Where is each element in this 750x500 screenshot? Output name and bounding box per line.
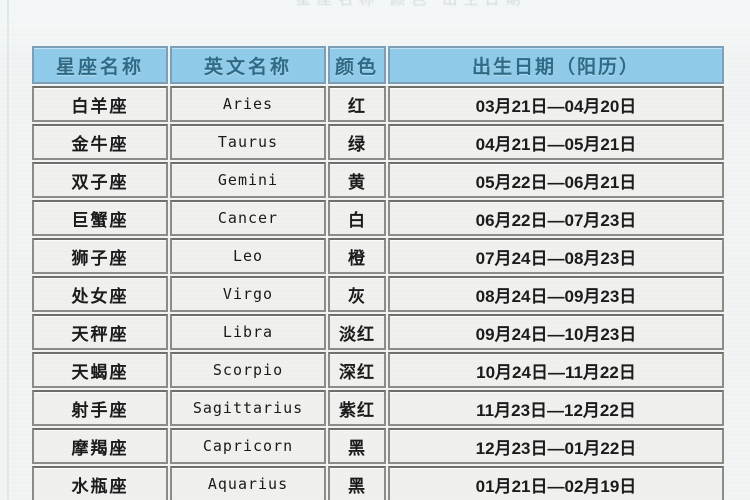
cell-eng: Virgo <box>170 276 326 312</box>
table-row: 金牛座 Taurus 绿 04月21日—05月21日 <box>32 124 724 160</box>
table-header: 星座名称 英文名称 颜色 出生日期（阳历） <box>32 46 724 84</box>
cell-name: 射手座 <box>32 390 168 426</box>
table-body: 白羊座 Aries 红 03月21日—04月20日 金牛座 Taurus 绿 04月21日—0… <box>32 86 724 500</box>
cell-name: 水瓶座 <box>32 466 168 500</box>
cell-name: 巨蟹座 <box>32 200 168 236</box>
table-row: 处女座 Virgo 灰 08月24日—09月23日 <box>32 276 724 312</box>
cell-eng: Sagittarius <box>170 390 326 426</box>
cell-color: 淡红 <box>328 314 386 350</box>
cell-color: 灰 <box>328 276 386 312</box>
cell-date: 10月24日—11月22日 <box>388 352 724 388</box>
cell-color: 白 <box>328 200 386 236</box>
column-header-color: 颜色 <box>328 46 386 84</box>
column-header-english-name: 英文名称 <box>170 46 326 84</box>
cell-eng: Scorpio <box>170 352 326 388</box>
column-header-birth-date: 出生日期（阳历） <box>388 46 724 84</box>
cell-date: 01月21日—02月19日 <box>388 466 724 500</box>
cell-date: 06月22日—07月23日 <box>388 200 724 236</box>
cell-eng: Leo <box>170 238 326 274</box>
cell-name: 白羊座 <box>32 86 168 122</box>
cell-name: 双子座 <box>32 162 168 198</box>
cell-eng: Gemini <box>170 162 326 198</box>
table-row: 双子座 Gemini 黄 05月22日—06月21日 <box>32 162 724 198</box>
zodiac-table: 星座名称 英文名称 颜色 出生日期（阳历） 白羊座 Aries 红 03月21日—04… <box>30 44 726 500</box>
zodiac-table-container: 星座名称 英文名称 颜色 出生日期（阳历） 白羊座 Aries 红 03月21日—04… <box>30 44 724 500</box>
cell-name: 天蝎座 <box>32 352 168 388</box>
table-row: 摩羯座 Capricorn 黑 12月23日—01月22日 <box>32 428 724 464</box>
cell-color: 黑 <box>328 428 386 464</box>
table-row: 狮子座 Leo 橙 07月24日—08月23日 <box>32 238 724 274</box>
top-clipped-text: 星座名称 颜色 出生日期 <box>296 0 576 9</box>
cell-date: 03月21日—04月20日 <box>388 86 724 122</box>
cell-name: 处女座 <box>32 276 168 312</box>
cell-date: 12月23日—01月22日 <box>388 428 724 464</box>
cell-name: 天秤座 <box>32 314 168 350</box>
top-clipped-text-strip: 星座名称 颜色 出生日期 <box>0 0 750 26</box>
cell-color: 深红 <box>328 352 386 388</box>
cell-date: 09月24日—10月23日 <box>388 314 724 350</box>
cell-date: 04月21日—05月21日 <box>388 124 724 160</box>
cell-eng: Cancer <box>170 200 326 236</box>
cell-color: 绿 <box>328 124 386 160</box>
cell-name: 金牛座 <box>32 124 168 160</box>
table-row: 射手座 Sagittarius 紫红 11月23日—12月22日 <box>32 390 724 426</box>
table-header-row: 星座名称 英文名称 颜色 出生日期（阳历） <box>32 46 724 84</box>
cell-date: 05月22日—06月21日 <box>388 162 724 198</box>
table-row: 天蝎座 Scorpio 深红 10月24日—11月22日 <box>32 352 724 388</box>
cell-date: 08月24日—09月23日 <box>388 276 724 312</box>
cell-eng: Aries <box>170 86 326 122</box>
cell-name: 摩羯座 <box>32 428 168 464</box>
cell-color: 黑 <box>328 466 386 500</box>
cell-eng: Aquarius <box>170 466 326 500</box>
table-row: 水瓶座 Aquarius 黑 01月21日—02月19日 <box>32 466 724 500</box>
cell-color: 红 <box>328 86 386 122</box>
cell-color: 橙 <box>328 238 386 274</box>
page-left-gutter <box>7 0 9 500</box>
table-row: 天秤座 Libra 淡红 09月24日—10月23日 <box>32 314 724 350</box>
cell-name: 狮子座 <box>32 238 168 274</box>
cell-eng: Libra <box>170 314 326 350</box>
page-left-gutter-secondary <box>13 20 14 500</box>
cell-color: 紫红 <box>328 390 386 426</box>
cell-eng: Taurus <box>170 124 326 160</box>
cell-date: 11月23日—12月22日 <box>388 390 724 426</box>
cell-date: 07月24日—08月23日 <box>388 238 724 274</box>
column-header-zodiac-name: 星座名称 <box>32 46 168 84</box>
table-row: 白羊座 Aries 红 03月21日—04月20日 <box>32 86 724 122</box>
page-canvas: 星座名称 颜色 出生日期 星座名称 英文名称 颜色 出生日期（阳历） 白羊座Ar… <box>0 0 750 500</box>
cell-color: 黄 <box>328 162 386 198</box>
table-row: 巨蟹座 Cancer 白 06月22日—07月23日 <box>32 200 724 236</box>
cell-eng: Capricorn <box>170 428 326 464</box>
